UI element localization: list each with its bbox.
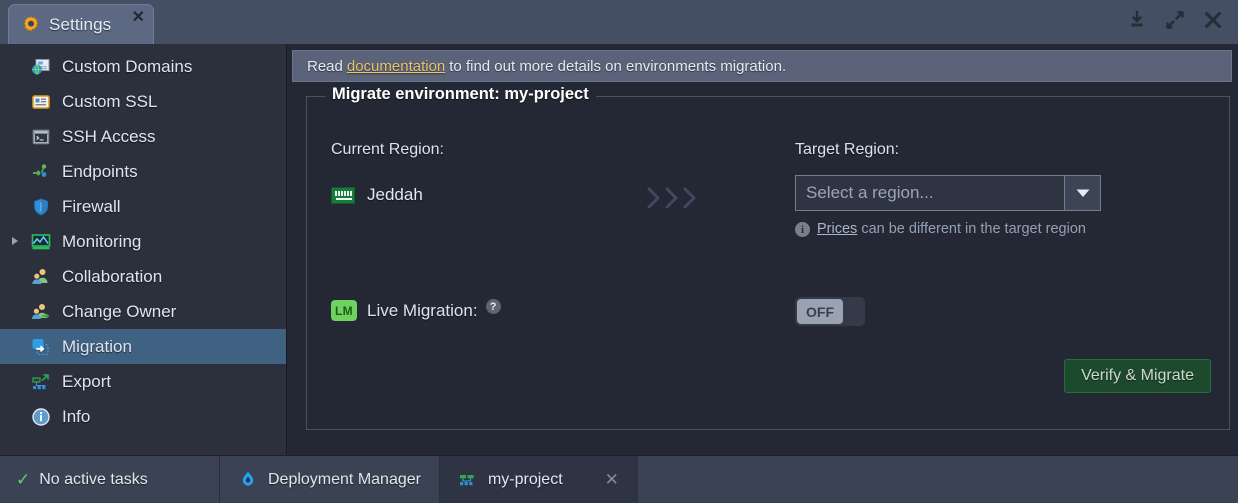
sidebar-item-change-owner[interactable]: Change Owner [0, 294, 286, 329]
sidebar-item-label: Migration [62, 336, 132, 356]
users-icon [30, 266, 52, 288]
terminal-icon [30, 126, 52, 148]
live-migration-row: LM Live Migration: ? [331, 299, 501, 322]
certificate-icon [30, 91, 52, 113]
sidebar-item-custom-ssl[interactable]: Custom SSL [0, 84, 286, 119]
expander-arrow-icon[interactable] [12, 237, 18, 245]
verify-and-migrate-button[interactable]: Verify & Migrate [1064, 359, 1211, 393]
live-migration-label: Live Migration: [367, 300, 478, 320]
close-icon[interactable] [1202, 9, 1224, 31]
sidebar-item-label: Collaboration [62, 266, 163, 286]
taskbar-tab-label: Deployment Manager [268, 470, 421, 488]
status-bar: ✓ No active tasks Deployment Manager my-… [0, 455, 1238, 503]
sidebar-item-collaboration[interactable]: Collaboration [0, 259, 286, 294]
window-controls [1126, 9, 1224, 31]
sidebar-item-migration[interactable]: Migration [0, 329, 286, 364]
target-region-label: Target Region: [795, 141, 900, 158]
sidebar-item-info[interactable]: Info [0, 399, 286, 434]
target-region-selected-value[interactable]: Select a region... [796, 176, 1064, 210]
price-note-suffix: can be different in the target region [861, 221, 1086, 237]
toggle-knob[interactable]: OFF [797, 299, 843, 324]
sidebar-item-label: Export [62, 371, 112, 391]
price-note: i Prices can be different in the target … [795, 220, 1090, 239]
sidebar-item-label: Custom Domains [62, 56, 193, 76]
current-region-block: Current Region: Jeddah [331, 141, 444, 205]
current-region-label: Current Region: [331, 141, 444, 158]
info-icon: i [795, 222, 810, 237]
title-bar: Settings ✕ [0, 0, 1238, 44]
settings-window: Settings ✕ Custom Domains Custom SSL SSH… [0, 0, 1238, 503]
check-icon: ✓ [16, 469, 31, 489]
documentation-link[interactable]: documentation [347, 58, 445, 75]
target-region-block: Target Region: Select a region... i Pric… [795, 141, 1115, 239]
saudi-arabia-flag-icon [331, 186, 355, 204]
info-icon [30, 406, 52, 428]
sidebar-item-label: Custom SSL [62, 91, 158, 111]
live-migration-badge: LM [331, 300, 357, 321]
sidebar-item-label: SSH Access [62, 126, 156, 146]
project-icon [458, 470, 478, 490]
banner-prefix: Read [307, 57, 343, 75]
sidebar-item-label: Firewall [62, 196, 121, 216]
chevron-down-icon[interactable] [1064, 176, 1100, 210]
minimize-icon[interactable] [1126, 9, 1148, 31]
sidebar-item-firewall[interactable]: Firewall [0, 189, 286, 224]
tab-settings-label: Settings [49, 14, 112, 34]
sidebar-item-endpoints[interactable]: Endpoints [0, 154, 286, 189]
sidebar-item-export[interactable]: Export [0, 364, 286, 399]
endpoints-icon [30, 161, 52, 183]
prices-link[interactable]: Prices [817, 221, 857, 237]
chart-icon [30, 231, 52, 253]
active-tasks-label: No active tasks [39, 470, 148, 488]
change-owner-icon [30, 301, 52, 323]
sidebar-item-label: Change Owner [62, 301, 177, 321]
maximize-icon[interactable] [1164, 9, 1186, 31]
shield-icon [30, 196, 52, 218]
gear-icon [21, 15, 41, 35]
banner-suffix: to find out more details on environments… [449, 57, 787, 75]
tab-close-icon[interactable]: ✕ [132, 10, 145, 26]
sidebar-item-ssh-access[interactable]: SSH Access [0, 119, 286, 154]
globe-document-icon [30, 56, 52, 78]
panel-title: Migrate environment: my-project [325, 85, 596, 104]
active-tasks-indicator[interactable]: ✓ No active tasks [0, 456, 220, 503]
export-icon [30, 371, 52, 393]
taskbar-tab-label: my-project [487, 470, 563, 488]
sidebar: Custom Domains Custom SSL SSH Access End… [0, 44, 287, 455]
migrate-panel: Migrate environment: my-project Current … [306, 85, 1230, 430]
migration-icon [30, 336, 52, 358]
current-region-value-row: Jeddah [331, 185, 444, 205]
current-region-name: Jeddah [367, 185, 423, 204]
sidebar-item-label: Monitoring [62, 231, 142, 251]
taskbar-tab-close-icon[interactable]: ✕ [605, 470, 619, 490]
main-content: Read documentation to find out more deta… [288, 44, 1238, 455]
sidebar-item-label: Endpoints [62, 161, 138, 181]
sidebar-item-monitoring[interactable]: Monitoring [0, 224, 286, 259]
live-migration-toggle[interactable]: OFF [795, 297, 865, 326]
help-icon[interactable]: ? [485, 299, 501, 314]
chevrons-right-icon [643, 183, 713, 213]
taskbar-tab-my-project[interactable]: my-project ✕ [439, 456, 638, 503]
sidebar-item-custom-domains[interactable]: Custom Domains [0, 49, 286, 84]
taskbar-tab-deployment-manager[interactable]: Deployment Manager [220, 456, 440, 503]
tab-settings[interactable]: Settings ✕ [8, 4, 154, 44]
target-region-select[interactable]: Select a region... [795, 175, 1101, 211]
sidebar-item-label: Info [62, 406, 91, 426]
deployment-manager-icon [238, 470, 258, 490]
documentation-banner: Read documentation to find out more deta… [292, 50, 1232, 82]
price-note-text: Prices can be different in the target re… [817, 220, 1086, 239]
